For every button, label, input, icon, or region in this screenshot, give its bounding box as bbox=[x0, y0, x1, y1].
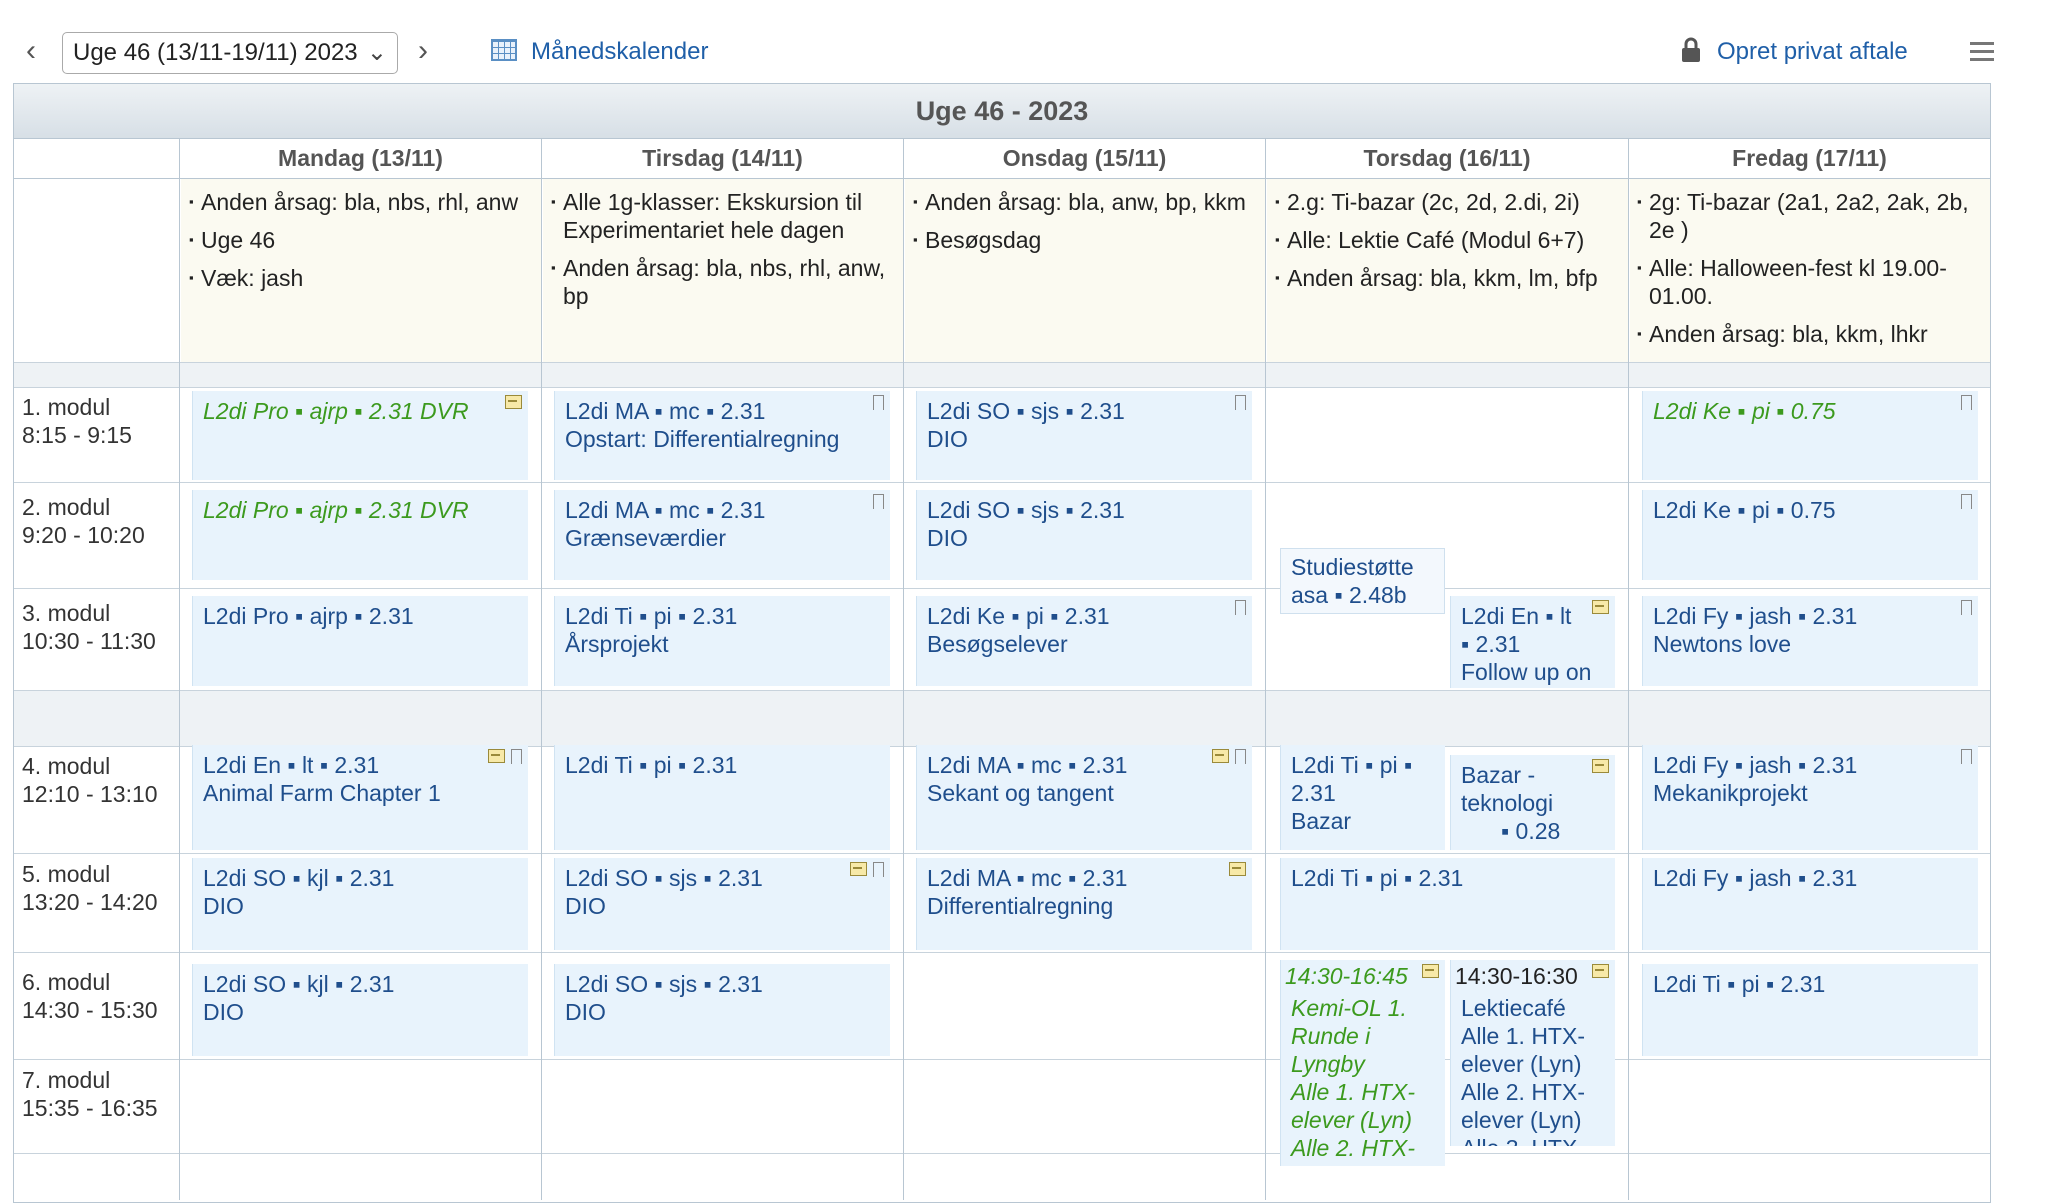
lesson-card[interactable]: Bazar - teknologi ▪ 0.28 bbox=[1450, 755, 1615, 850]
comment-icon bbox=[1592, 759, 1609, 773]
notes-tuesday: Alle 1g-klasser: Ekskursion til Experime… bbox=[551, 188, 896, 320]
module-label: 2. modul 9:20 - 10:20 bbox=[22, 494, 145, 548]
lesson-card[interactable]: L2di Fy ▪ jash ▪ 2.31 Newtons love bbox=[1642, 596, 1978, 686]
note-item: Anden årsag: bla, nbs, rhl, anw bbox=[189, 188, 534, 216]
lesson-card[interactable]: L2di Ke ▪ pi ▪ 0.75 bbox=[1642, 490, 1978, 580]
chevron-down-icon: ⌄ bbox=[366, 39, 387, 66]
calendar-grid-icon[interactable] bbox=[491, 39, 517, 61]
lesson-card[interactable]: L2di SO ▪ sjs ▪ 2.31 DIO bbox=[554, 858, 890, 950]
note-item: Besøgsdag bbox=[913, 226, 1258, 254]
note-item: Uge 46 bbox=[189, 226, 534, 254]
module-label: 4. modul 12:10 - 13:10 bbox=[22, 753, 158, 807]
week-select[interactable]: Uge 46 (13/11-19/11) 2023 ⌄ bbox=[62, 32, 398, 74]
comment-icon bbox=[1592, 964, 1609, 978]
next-week-button[interactable]: › bbox=[418, 36, 428, 66]
bookmark-icon bbox=[873, 494, 884, 510]
lesson-card[interactable]: L2di Pro ▪ ajrp ▪ 2.31 DVR bbox=[192, 490, 528, 580]
lock-icon bbox=[1682, 37, 1700, 62]
event-card[interactable]: 14:30-16:45 Kemi-OL 1. Runde i Lyngby Al… bbox=[1280, 960, 1445, 1166]
corner-header bbox=[14, 139, 179, 179]
comment-icon bbox=[505, 395, 522, 409]
lesson-card[interactable]: L2di Pro ▪ ajrp ▪ 2.31 bbox=[192, 596, 528, 686]
note-item: Anden årsag: bla, kkm, lhkr bbox=[1637, 320, 1982, 348]
lesson-card[interactable]: L2di Fy ▪ jash ▪ 2.31 bbox=[1642, 858, 1978, 950]
note-item: Alle: Lektie Café (Modul 6+7) bbox=[1275, 226, 1625, 254]
comment-icon bbox=[850, 862, 867, 876]
lesson-card[interactable]: L2di Ti ▪ pi ▪ 2.31 bbox=[1642, 964, 1978, 1056]
bookmark-icon bbox=[1235, 749, 1246, 765]
note-item: Alle 1g-klasser: Ekskursion til Experime… bbox=[551, 188, 896, 244]
comment-icon bbox=[488, 749, 505, 763]
week-select-value: Uge 46 (13/11-19/11) 2023 bbox=[73, 39, 358, 66]
lesson-card[interactable]: L2di MA ▪ mc ▪ 2.31 Grænseværdier bbox=[554, 490, 890, 580]
row-gap bbox=[14, 363, 1990, 387]
comment-icon bbox=[1422, 964, 1439, 978]
day-header-tuesday: Tirsdag (14/11) bbox=[542, 139, 903, 179]
lesson-card[interactable]: L2di Ke ▪ pi ▪ 2.31 Besøgselever bbox=[916, 596, 1252, 686]
day-header-thursday: Torsdag (16/11) bbox=[1266, 139, 1628, 179]
day-header-monday: Mandag (13/11) bbox=[180, 139, 541, 179]
lesson-card[interactable]: L2di SO ▪ sjs ▪ 2.31 DIO bbox=[916, 490, 1252, 580]
notes-friday: 2g: Ti-bazar (2a1, 2a2, 2ak, 2b, 2e ) Al… bbox=[1637, 188, 1982, 358]
day-header-wednesday: Onsdag (15/11) bbox=[904, 139, 1265, 179]
bookmark-icon bbox=[1961, 600, 1972, 616]
bookmark-icon bbox=[873, 395, 884, 411]
notes-wednesday: Anden årsag: bla, anw, bp, kkm Besøgsdag bbox=[913, 188, 1258, 264]
note-item: 2g: Ti-bazar (2a1, 2a2, 2ak, 2b, 2e ) bbox=[1637, 188, 1982, 244]
lesson-card[interactable]: L2di MA ▪ mc ▪ 2.31 Opstart: Differentia… bbox=[554, 391, 890, 480]
previous-week-button[interactable]: ‹ bbox=[26, 36, 36, 66]
lesson-card[interactable]: L2di Ti ▪ pi ▪ 2.31 bbox=[1280, 858, 1615, 950]
note-item: Alle: Halloween-fest kl 19.00-01.00. bbox=[1637, 254, 1982, 310]
lesson-card[interactable]: L2di Ke ▪ pi ▪ 0.75 bbox=[1642, 391, 1978, 480]
month-calendar-link[interactable]: Månedskalender bbox=[531, 37, 708, 67]
bookmark-icon bbox=[511, 749, 522, 765]
notes-thursday: 2.g: Ti-bazar (2c, 2d, 2.di, 2i) Alle: L… bbox=[1275, 188, 1625, 302]
lesson-card[interactable]: Studiestøtte asa ▪ 2.48b bbox=[1280, 548, 1445, 614]
lunch-break-row bbox=[14, 690, 1990, 746]
event-card[interactable]: 14:30-16:30 Lektiecafé Alle 1. HTX- elev… bbox=[1450, 960, 1615, 1146]
module-label: 6. modul 14:30 - 15:30 bbox=[22, 969, 158, 1023]
bookmark-icon bbox=[873, 862, 884, 878]
note-item: Anden årsag: bla, kkm, lm, bfp bbox=[1275, 264, 1625, 292]
lesson-card[interactable]: L2di MA ▪ mc ▪ 2.31 Sekant og tangent bbox=[916, 745, 1252, 850]
lesson-card[interactable]: L2di SO ▪ sjs ▪ 2.31 DIO bbox=[916, 391, 1252, 480]
lesson-card[interactable]: L2di Ti ▪ pi ▪ 2.31 bbox=[554, 745, 890, 850]
comment-icon bbox=[1212, 749, 1229, 763]
lesson-card[interactable]: L2di MA ▪ mc ▪ 2.31 Differentialregning bbox=[916, 858, 1252, 950]
comment-icon bbox=[1229, 862, 1246, 876]
bookmark-icon bbox=[1235, 395, 1246, 411]
create-private-appointment-link[interactable]: Opret privat aftale bbox=[1717, 37, 1908, 67]
notes-monday: Anden årsag: bla, nbs, rhl, anw Uge 46 V… bbox=[189, 188, 534, 302]
bookmark-icon bbox=[1235, 600, 1246, 616]
note-item: Væk: jash bbox=[189, 264, 534, 292]
note-item: Anden årsag: bla, anw, bp, kkm bbox=[913, 188, 1258, 216]
lesson-card[interactable]: L2di SO ▪ kjl ▪ 2.31 DIO bbox=[192, 858, 528, 950]
module-label: 1. modul 8:15 - 9:15 bbox=[22, 394, 132, 448]
lesson-card[interactable]: L2di En ▪ lt ▪ 2.31 Follow up on bbox=[1450, 596, 1615, 688]
lesson-card[interactable]: L2di SO ▪ kjl ▪ 2.31 DIO bbox=[192, 964, 528, 1056]
lesson-card[interactable]: L2di En ▪ lt ▪ 2.31 Animal Farm Chapter … bbox=[192, 745, 528, 850]
day-header-friday: Fredag (17/11) bbox=[1629, 139, 1990, 179]
note-item: Anden årsag: bla, nbs, rhl, anw, bp bbox=[551, 254, 896, 310]
comment-icon bbox=[1592, 600, 1609, 614]
bookmark-icon bbox=[1961, 494, 1972, 510]
bookmark-icon bbox=[1961, 395, 1972, 411]
lesson-card[interactable]: L2di Fy ▪ jash ▪ 2.31 Mekanikprojekt bbox=[1642, 745, 1978, 850]
note-item: 2.g: Ti-bazar (2c, 2d, 2.di, 2i) bbox=[1275, 188, 1625, 216]
hamburger-menu-icon[interactable] bbox=[1970, 42, 1994, 62]
module-label: 7. modul 15:35 - 16:35 bbox=[22, 1067, 158, 1121]
module-label: 3. modul 10:30 - 11:30 bbox=[22, 600, 156, 654]
week-title: Uge 46 - 2023 bbox=[14, 84, 1990, 139]
bookmark-icon bbox=[1961, 749, 1972, 765]
lesson-card[interactable]: L2di SO ▪ sjs ▪ 2.31 DIO bbox=[554, 964, 890, 1056]
lesson-card[interactable]: L2di Ti ▪ pi ▪ 2.31 Bazar bbox=[1280, 745, 1445, 850]
module-label: 5. modul 13:20 - 14:20 bbox=[22, 861, 158, 915]
lesson-card[interactable]: L2di Ti ▪ pi ▪ 2.31 Årsprojekt bbox=[554, 596, 890, 686]
lesson-card[interactable]: L2di Pro ▪ ajrp ▪ 2.31 DVR bbox=[192, 391, 528, 480]
